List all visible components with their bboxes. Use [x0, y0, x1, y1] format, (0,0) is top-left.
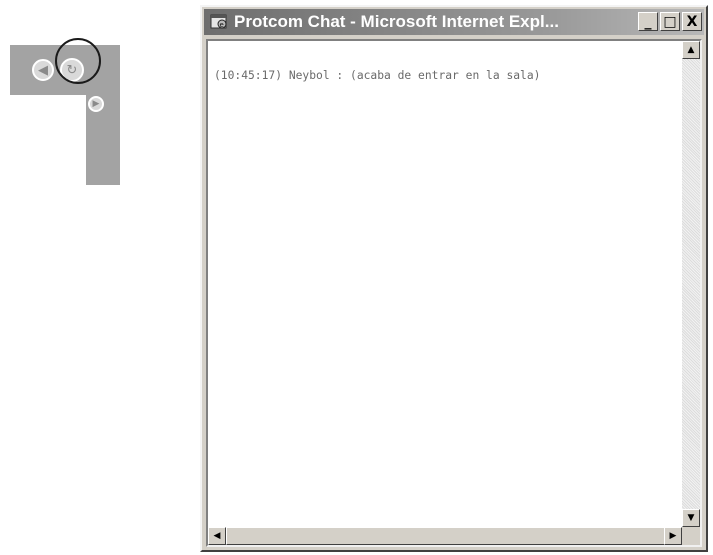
scroll-up-icon[interactable]: ▲	[682, 41, 700, 59]
back-arrow-icon[interactable]: ◀	[32, 59, 54, 81]
svg-text:e: e	[220, 21, 224, 29]
highlight-circle	[55, 38, 101, 84]
chat-log: (10:45:17) Neybol : (acaba de entrar en …	[214, 69, 674, 82]
forward-arrow-icon[interactable]: ▶	[88, 96, 104, 112]
chat-message: (10:45:17) Neybol : (acaba de entrar en …	[214, 69, 541, 82]
vertical-scrollbar[interactable]: ▲ ▼	[682, 41, 700, 527]
scroll-left-icon[interactable]: ◀	[208, 527, 226, 545]
chat-content-area[interactable]: (10:45:17) Neybol : (acaba de entrar en …	[206, 39, 702, 547]
window-title: Protcom Chat - Microsoft Internet Expl..…	[234, 12, 559, 31]
window-titlebar[interactable]: e Protcom Chat - Microsoft Internet Expl…	[204, 9, 704, 35]
close-button[interactable]: X	[682, 12, 702, 31]
window-controls: _ □ X	[638, 12, 702, 31]
internet-explorer-icon: e	[210, 14, 227, 29]
chat-window: e Protcom Chat - Microsoft Internet Expl…	[200, 5, 708, 552]
scrollbar-corner	[682, 527, 700, 545]
horizontal-scroll-thumb[interactable]	[226, 527, 666, 545]
minimize-button[interactable]: _	[638, 12, 658, 31]
scroll-down-icon[interactable]: ▼	[682, 509, 700, 527]
horizontal-scrollbar[interactable]: ◀ ▶	[208, 527, 682, 545]
scroll-right-icon[interactable]: ▶	[664, 527, 682, 545]
maximize-button[interactable]: □	[660, 12, 680, 31]
